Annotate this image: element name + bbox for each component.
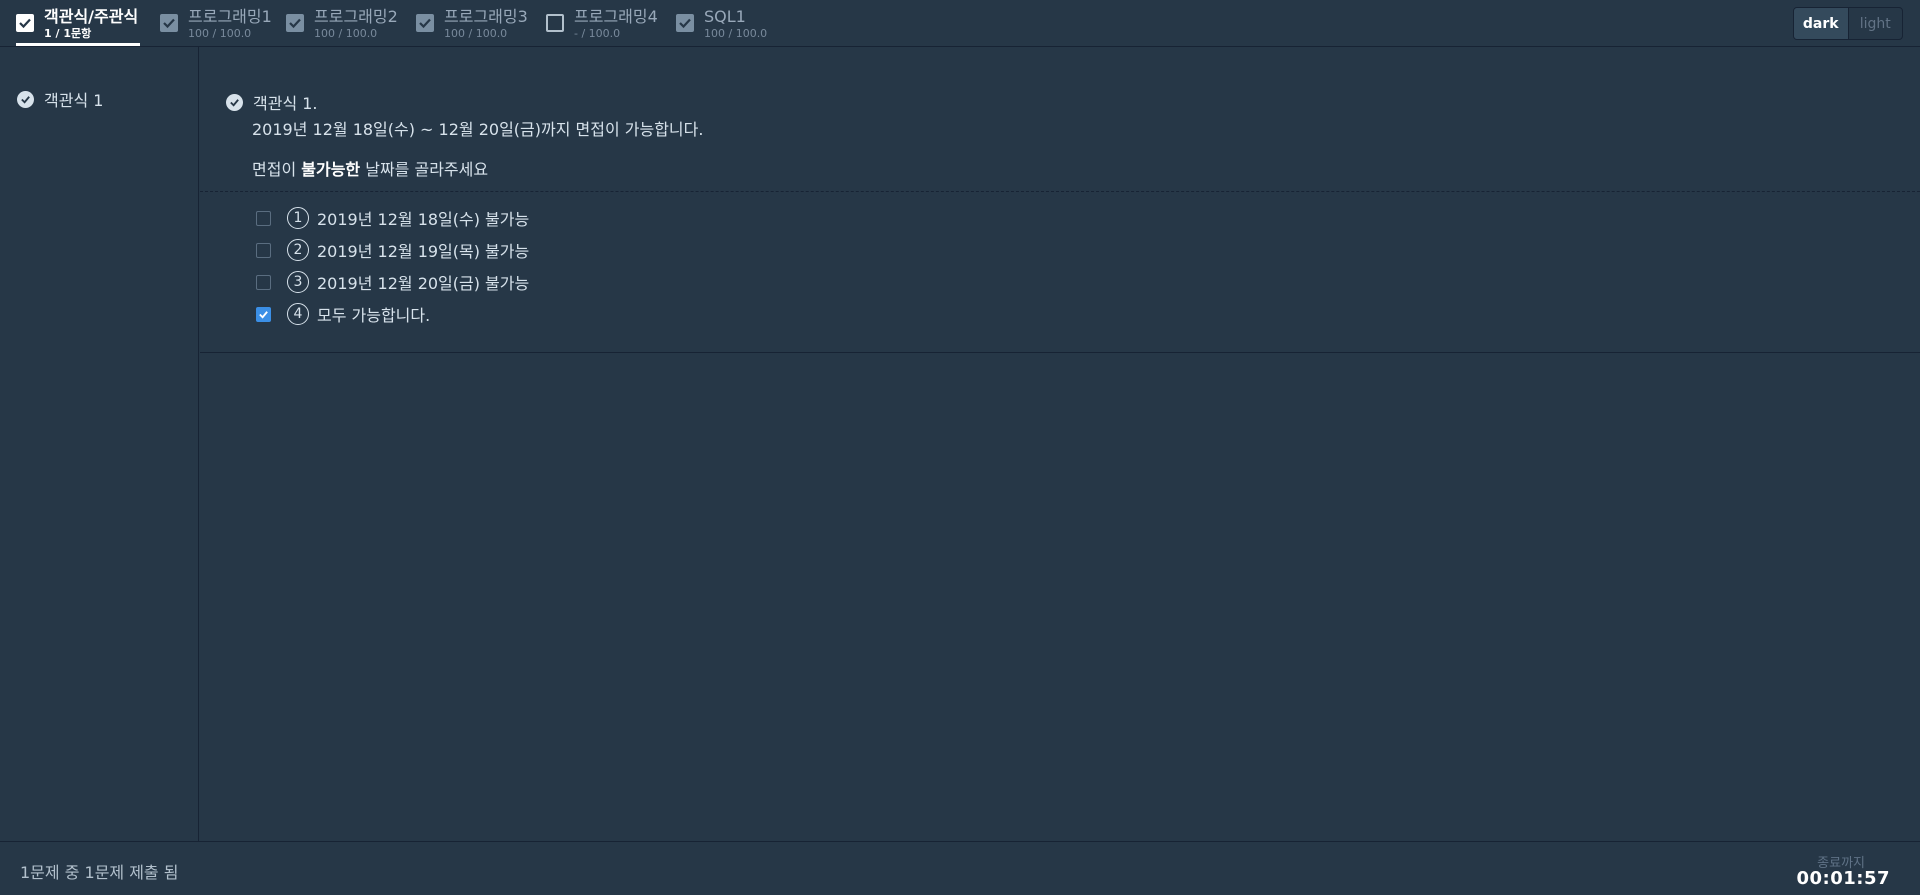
theme-toggle: dark light — [1793, 7, 1903, 40]
divider — [200, 352, 1920, 353]
sidebar-item-multiple-choice-1[interactable]: 객관식 1 — [17, 87, 103, 111]
header-tab-bar: 객관식/주관식 1 / 1문항 프로그래밍1 100 / 100.0 프로그래밍… — [0, 0, 1920, 47]
check-icon — [160, 14, 178, 32]
tab-name: 객관식/주관식 — [44, 7, 139, 26]
tab-name: 프로그래밍2 — [314, 7, 398, 26]
tab-sql-1[interactable]: SQL1 100 / 100.0 — [676, 0, 767, 46]
tab-programming-3[interactable]: 프로그래밍3 100 / 100.0 — [416, 0, 528, 46]
question-panel: 객관식 1. 2019년 12월 18일(수) ~ 12월 20일(금)까지 면… — [200, 47, 1920, 841]
tab-programming-1[interactable]: 프로그래밍1 100 / 100.0 — [160, 0, 272, 46]
option-label: 2019년 12월 20일(금) 불가능 — [317, 274, 530, 293]
footer-bar: 1문제 중 1문제 제출 됨 종료까지 00:01:57 — [0, 841, 1920, 895]
question-text: 2019년 12월 18일(수) ~ 12월 20일(금)까지 면접이 가능합니… — [252, 120, 704, 139]
tab-score: 100 / 100.0 — [188, 27, 252, 40]
tab-score: 100 / 100.0 — [444, 27, 508, 40]
instruction-prefix: 면접이 — [252, 160, 302, 179]
tab-name: 프로그래밍4 — [574, 7, 658, 26]
option-number: 3 — [287, 271, 309, 293]
instruction-emphasis: 불가능한 — [301, 160, 361, 179]
tab-programming-4[interactable]: 프로그래밍4 - / 100.0 — [546, 0, 658, 46]
check-circle-icon — [226, 93, 243, 111]
instruction-suffix: 날짜를 골라주세요 — [360, 160, 489, 179]
option-3[interactable]: 3 2019년 12월 20일(금) 불가능 — [256, 266, 529, 298]
option-label: 모두 가능합니다. — [317, 306, 431, 325]
sidebar-item-label: 객관식 1 — [44, 91, 104, 110]
option-number: 4 — [287, 303, 309, 325]
question-instruction: 면접이 불가능한 날짜를 골라주세요 — [252, 159, 488, 181]
check-icon — [286, 14, 304, 32]
checkbox-empty-icon — [546, 14, 564, 32]
option-label: 2019년 12월 18일(수) 불가능 — [317, 210, 530, 229]
theme-light-button[interactable]: light — [1847, 8, 1903, 39]
question-title: 객관식 1. — [253, 94, 318, 113]
check-icon — [416, 14, 434, 32]
option-1[interactable]: 1 2019년 12월 18일(수) 불가능 — [256, 202, 529, 234]
tab-name: 프로그래밍1 — [188, 7, 272, 26]
tab-multiple-choice[interactable]: 객관식/주관식 1 / 1문항 — [16, 0, 141, 46]
question-header: 객관식 1. — [226, 90, 318, 114]
option-number: 1 — [287, 207, 309, 229]
option-checkbox[interactable] — [256, 274, 271, 290]
option-checkbox[interactable] — [256, 242, 271, 258]
tab-name: 프로그래밍3 — [444, 7, 528, 26]
tab-programming-2[interactable]: 프로그래밍2 100 / 100.0 — [286, 0, 398, 46]
answer-options: 1 2019년 12월 18일(수) 불가능 2 2019년 12월 19일(목… — [256, 202, 529, 330]
theme-dark-button[interactable]: dark — [1794, 8, 1848, 39]
tab-score: 100 / 100.0 — [704, 27, 768, 40]
submission-status: 1문제 중 1문제 제출 됨 — [20, 863, 179, 882]
check-icon — [16, 14, 34, 32]
check-circle-icon — [17, 90, 34, 108]
option-checkbox-checked[interactable] — [256, 306, 271, 322]
option-label: 2019년 12월 19일(목) 불가능 — [317, 242, 530, 261]
tab-score: 100 / 100.0 — [314, 27, 378, 40]
option-number: 2 — [287, 239, 309, 261]
divider — [200, 191, 1920, 192]
check-icon — [676, 14, 694, 32]
option-checkbox[interactable] — [256, 210, 271, 226]
countdown-timer: 00:01:57 — [1796, 868, 1890, 889]
exam-app: 객관식/주관식 1 / 1문항 프로그래밍1 100 / 100.0 프로그래밍… — [0, 0, 1920, 895]
tab-score: 1 / 1문항 — [44, 27, 92, 40]
tab-name: SQL1 — [704, 7, 746, 26]
option-4[interactable]: 4 모두 가능합니다. — [256, 298, 529, 330]
option-2[interactable]: 2 2019년 12월 19일(목) 불가능 — [256, 234, 529, 266]
question-sidebar: 객관식 1 — [0, 47, 199, 841]
tab-score: - / 100.0 — [574, 27, 621, 40]
